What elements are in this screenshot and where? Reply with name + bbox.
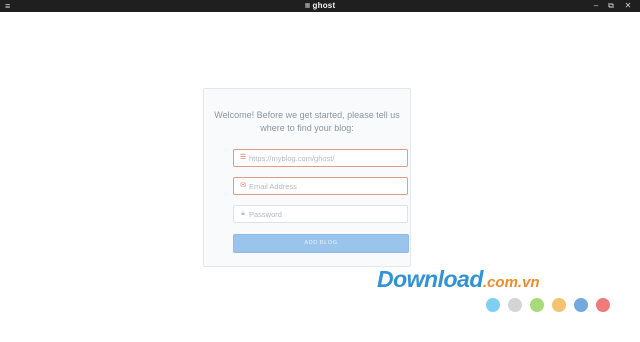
- watermark-dot: [552, 298, 566, 312]
- blog-url-field[interactable]: ☰: [233, 149, 408, 167]
- watermark-domain: .com.vn: [482, 274, 540, 291]
- maximize-button[interactable]: ⧉: [603, 0, 619, 12]
- close-button[interactable]: ✕: [620, 0, 636, 12]
- watermark-dot: [596, 298, 610, 312]
- watermark: Download.com.vn: [377, 266, 540, 293]
- title-bar: ≡ ▦ ghost – ⧉ ✕: [0, 0, 640, 12]
- watermark-dot: [486, 298, 500, 312]
- add-blog-button[interactable]: ADD BLOG: [233, 234, 409, 253]
- app-title: ▦ ghost: [0, 0, 640, 12]
- app-title-text: ghost: [312, 1, 336, 10]
- email-field[interactable]: ✉: [233, 177, 408, 195]
- watermark-text: Download: [377, 266, 483, 292]
- mail-icon: ✉: [240, 182, 246, 189]
- lock-icon: 🔒︎: [241, 210, 245, 217]
- welcome-message: Welcome! Before we get started, please t…: [214, 110, 400, 133]
- minimize-button[interactable]: –: [588, 0, 604, 12]
- password-input[interactable]: [249, 206, 399, 222]
- email-input[interactable]: [249, 178, 399, 194]
- link-icon: ☰: [239, 154, 247, 161]
- setup-panel: Welcome! Before we get started, please t…: [203, 88, 411, 267]
- ghost-logo-icon: ▦: [304, 3, 311, 9]
- watermark-dot: [574, 298, 588, 312]
- password-field[interactable]: 🔒︎: [233, 205, 408, 223]
- watermark-dot: [530, 298, 544, 312]
- blog-url-input[interactable]: [249, 150, 399, 166]
- watermark-dot: [508, 298, 522, 312]
